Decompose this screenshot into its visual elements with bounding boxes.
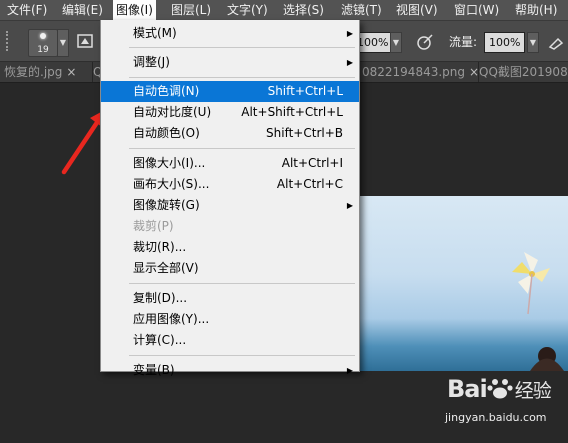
baidu-watermark: Bai 经验 jingyan.baidu.com bbox=[445, 373, 565, 443]
watermark-url: jingyan.baidu.com bbox=[445, 411, 547, 424]
menu-item-mode[interactable]: 模式(M) ▶ bbox=[101, 23, 359, 44]
menu-item-auto-contrast[interactable]: 自动对比度(U) Alt+Shift+Ctrl+L bbox=[101, 102, 359, 123]
menu-separator bbox=[129, 77, 355, 78]
menu-item-duplicate[interactable]: 复制(D)... bbox=[101, 288, 359, 309]
menu-separator bbox=[129, 47, 355, 48]
menu-edit[interactable]: 编辑(E) bbox=[59, 0, 106, 20]
menu-separator bbox=[129, 148, 355, 149]
menu-select[interactable]: 选择(S) bbox=[280, 0, 327, 20]
brush-size: 19 bbox=[37, 45, 49, 55]
menu-view[interactable]: 视图(V) bbox=[393, 0, 441, 20]
flow-dropdown[interactable]: ▼ bbox=[527, 32, 539, 53]
menu-file[interactable]: 文件(F) bbox=[4, 0, 50, 20]
close-icon[interactable]: × bbox=[66, 65, 76, 79]
brush-preset-dropdown[interactable]: ▼ bbox=[57, 29, 69, 57]
brush-panel-icon[interactable] bbox=[76, 32, 94, 50]
menu-window[interactable]: 窗口(W) bbox=[451, 0, 502, 20]
menu-layer[interactable]: 图层(L) bbox=[168, 0, 214, 20]
menu-item-canvas-size[interactable]: 画布大小(S)... Alt+Ctrl+C bbox=[101, 174, 359, 195]
tab-document-1[interactable]: 恢复的.jpg × bbox=[0, 62, 93, 82]
tab-label: 0822194843.png bbox=[362, 65, 466, 79]
menu-item-adjustments[interactable]: 调整(J) ▶ bbox=[101, 52, 359, 73]
menu-item-crop: 裁剪(P) bbox=[133, 219, 174, 233]
menu-item-auto-color[interactable]: 自动颜色(O) Shift+Ctrl+B bbox=[101, 123, 359, 144]
brush-tip-icon bbox=[40, 33, 46, 39]
menu-item-auto-tone[interactable]: 自动色调(N) Shift+Ctrl+L bbox=[101, 81, 359, 102]
menu-bar: 文件(F) 编辑(E) 图像(I) 图层(L) 文字(Y) 选择(S) 滤镜(T… bbox=[0, 0, 568, 21]
menu-item-image-size[interactable]: 图像大小(I)... Alt+Ctrl+I bbox=[101, 153, 359, 174]
photo-content bbox=[512, 252, 564, 371]
brush-preset-picker[interactable]: 19 bbox=[28, 29, 58, 57]
menu-item-reveal-all[interactable]: 显示全部(V) bbox=[101, 258, 359, 279]
menu-image[interactable]: 图像(I) bbox=[113, 0, 156, 20]
tab-document-3[interactable]: 0822194843.png × bbox=[358, 62, 479, 82]
submenu-arrow-icon: ▶ bbox=[346, 58, 353, 67]
toolbar-grip[interactable] bbox=[6, 31, 14, 51]
menu-filter[interactable]: 滤镜(T) bbox=[338, 0, 385, 20]
menu-item-trim[interactable]: 裁切(R)... bbox=[101, 237, 359, 258]
watermark-logo: Bai 经验 bbox=[447, 375, 552, 403]
menu-item-apply-image[interactable]: 应用图像(Y)... bbox=[101, 309, 359, 330]
menu-separator bbox=[129, 355, 355, 356]
menu-help[interactable]: 帮助(H) bbox=[512, 0, 560, 20]
opacity-dropdown[interactable]: ▼ bbox=[390, 32, 402, 53]
menu-type[interactable]: 文字(Y) bbox=[224, 0, 271, 20]
airbrush-icon[interactable] bbox=[548, 33, 566, 51]
flow-value[interactable]: 100% bbox=[484, 32, 526, 53]
submenu-arrow-icon: ▶ bbox=[346, 29, 353, 38]
submenu-arrow-icon: ▶ bbox=[346, 201, 353, 210]
flow-label: 流量: bbox=[449, 35, 478, 49]
paw-icon bbox=[487, 379, 513, 399]
tab-document-4[interactable]: QQ截图201908 bbox=[475, 62, 568, 82]
canvas-photo bbox=[352, 196, 568, 371]
tab-label: QQ截图201908 bbox=[479, 65, 568, 79]
menu-item-calculations[interactable]: 计算(C)... bbox=[101, 330, 359, 351]
image-menu-dropdown: 模式(M) ▶ 调整(J) ▶ 自动色调(N) Shift+Ctrl+L 自动对比度(… bbox=[100, 20, 360, 377]
menu-separator bbox=[129, 283, 355, 284]
tab-label: 恢复的.jpg bbox=[4, 65, 63, 79]
menu-item-image-rotation[interactable]: 图像旋转(G) ▶ bbox=[101, 195, 359, 216]
pressure-opacity-icon[interactable] bbox=[416, 33, 434, 51]
